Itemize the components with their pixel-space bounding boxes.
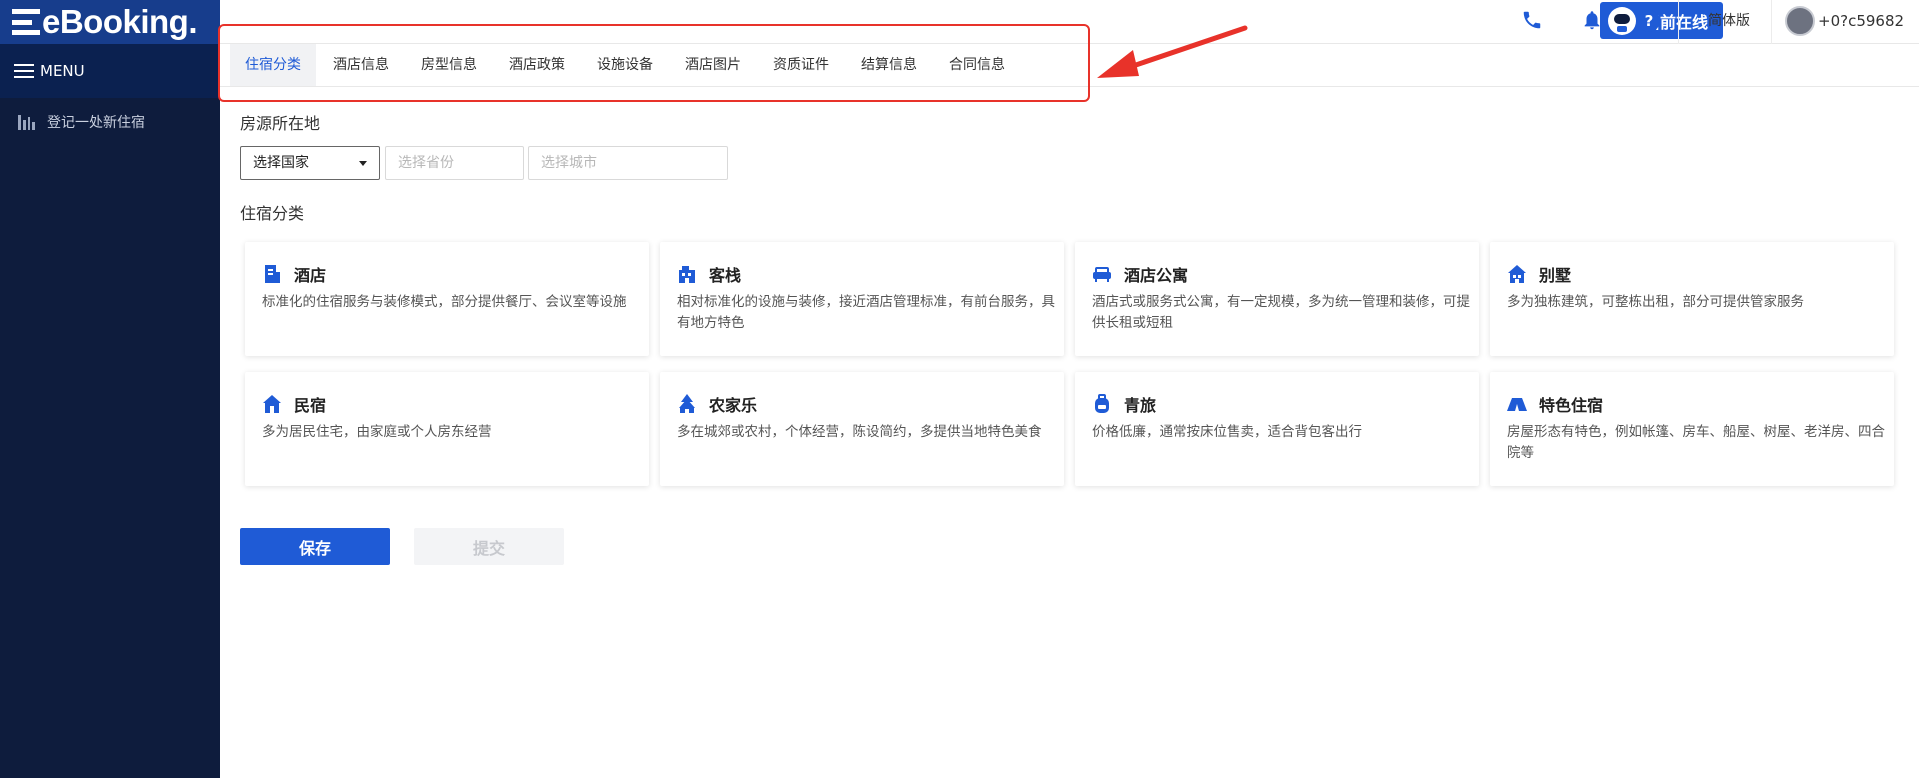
sofa-icon <box>1093 267 1111 282</box>
online-status-button[interactable]: 当前在线 <box>1600 2 1723 39</box>
house-icon <box>263 395 281 413</box>
card-description: 多为居民住宅，由家庭或个人房东经营 <box>262 424 492 440</box>
building-icon <box>18 114 35 130</box>
logo[interactable]: eBooking. <box>0 0 220 44</box>
menu-toggle[interactable]: MENU <box>0 44 220 98</box>
country-select-value: 选择国家 <box>253 155 309 171</box>
logo-text: eBooking. <box>42 3 198 40</box>
card-title: 别墅 <box>1539 266 1572 285</box>
category-card-hostel[interactable]: 青旅 价格低廉，通常按床位售卖，适合背包客出行 <box>1075 372 1479 486</box>
bell-icon[interactable] <box>1580 9 1604 33</box>
card-description: 相对标准化的设施与装修，接近酒店管理标准，有前台服务，具有地方特色 <box>677 294 1055 331</box>
card-description: 酒店式或服务式公寓，有一定规模，多为统一管理和装修，可提供长租或短租 <box>1092 294 1470 331</box>
card-title: 客栈 <box>709 266 742 285</box>
category-card-hotel[interactable]: 酒店 标准化的住宿服务与装修模式，部分提供餐厅、会议室等设施 <box>245 242 649 356</box>
card-title: 青旅 <box>1124 396 1157 415</box>
submit-button[interactable]: 提交 <box>414 528 564 565</box>
card-title: 酒店 <box>294 266 327 285</box>
header-divider <box>1771 0 1772 44</box>
avatar[interactable] <box>1785 6 1815 36</box>
city-select[interactable]: 选择城市 <box>528 146 728 180</box>
card-description: 价格低廉，通常按床位售卖，适合背包客出行 <box>1092 424 1362 440</box>
hotel-icon <box>265 265 280 283</box>
inn-icon <box>679 266 695 283</box>
category-card-farmhouse[interactable]: 农家乐 多在城郊或农村，个体经营，陈设简约，多提供当地特色美食 <box>660 372 1064 486</box>
category-section-title: 住宿分类 <box>240 204 305 223</box>
menu-label: MENU <box>40 62 85 80</box>
province-select[interactable]: 选择省份 <box>385 146 524 180</box>
category-card-special[interactable]: 特色住宿 房屋形态有特色，例如帐篷、房车、船屋、树屋、老洋房、四合院等 <box>1490 372 1894 486</box>
help-icon[interactable]: ? <box>1638 10 1660 32</box>
caret-down-icon <box>359 161 367 166</box>
card-description: 标准化的住宿服务与装修模式，部分提供餐厅、会议室等设施 <box>262 294 627 310</box>
hamburger-icon <box>14 64 34 78</box>
version-switch[interactable]: 简体版 <box>1708 0 1750 44</box>
villa-icon <box>1508 265 1526 283</box>
card-title: 民宿 <box>294 396 327 415</box>
country-select[interactable]: 选择国家 <box>240 146 380 180</box>
card-description: 多为独栋建筑，可整栋出租，部分可提供管家服务 <box>1507 294 1804 310</box>
location-section-title: 房源所在地 <box>240 114 321 133</box>
category-card-villa[interactable]: 别墅 多为独栋建筑，可整栋出租，部分可提供管家服务 <box>1490 242 1894 356</box>
farmhouse-icon <box>679 394 695 413</box>
logo-mark-icon <box>12 9 40 35</box>
header-divider <box>1678 0 1679 44</box>
card-title: 农家乐 <box>709 396 758 415</box>
annotation-arrow-icon <box>1097 25 1248 78</box>
user-id[interactable]: +0?c59682 <box>1818 0 1904 44</box>
phone-icon[interactable] <box>1520 9 1544 33</box>
sidebar: eBooking. MENU 登记一处新住宿 <box>0 0 220 778</box>
category-card-apartment[interactable]: 酒店公寓 酒店式或服务式公寓，有一定规模，多为统一管理和装修，可提供长租或短租 <box>1075 242 1479 356</box>
card-description: 房屋形态有特色，例如帐篷、房车、船屋、树屋、老洋房、四合院等 <box>1507 424 1885 461</box>
card-description: 多在城郊或农村，个体经营，陈设简约，多提供当地特色美食 <box>677 424 1042 440</box>
save-button[interactable]: 保存 <box>240 528 390 565</box>
sidebar-item-label: 登记一处新住宿 <box>47 115 145 131</box>
category-card-homestay[interactable]: 民宿 多为居民住宅，由家庭或个人房东经营 <box>245 372 649 486</box>
card-title: 酒店公寓 <box>1124 266 1189 285</box>
category-card-inn[interactable]: 客栈 相对标准化的设施与装修，接近酒店管理标准，有前台服务，具有地方特色 <box>660 242 1064 356</box>
backpack-icon <box>1095 394 1109 413</box>
tent-icon <box>1507 398 1527 411</box>
annotation-highlight-box <box>218 24 1090 102</box>
card-title: 特色住宿 <box>1539 396 1604 415</box>
robot-icon <box>1608 6 1636 35</box>
sidebar-item-register-property[interactable]: 登记一处新住宿 <box>0 98 220 146</box>
